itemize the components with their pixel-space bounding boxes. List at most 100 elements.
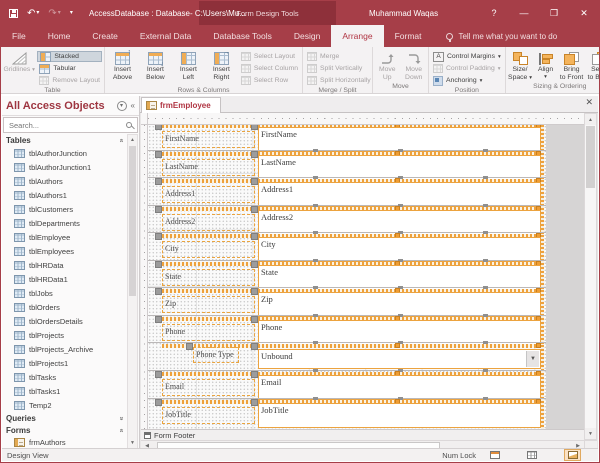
layout-cell-strip[interactable] (162, 125, 255, 128)
control-move-handle[interactable] (251, 233, 258, 240)
ribbon-tab[interactable]: Format (384, 25, 433, 47)
search-icon[interactable] (126, 122, 132, 128)
ribbon-tab[interactable]: Arrange (331, 25, 383, 47)
form-footer-section-bar[interactable]: Form Footer (141, 429, 585, 440)
nav-item-table[interactable]: tblTasks1 (2, 384, 127, 398)
layout-cell-strip[interactable] (162, 400, 255, 404)
field-label[interactable]: Address2 (162, 214, 255, 231)
field-label[interactable]: City (162, 241, 255, 258)
ribbon-tab[interactable]: Database Tools (202, 25, 282, 47)
undo-icon[interactable]: ↶▾ (27, 8, 39, 19)
form-design-surface[interactable]: FirstName FirstName ▼ LastName (148, 125, 546, 429)
field-textbox[interactable]: JobTitle ▼ (258, 403, 541, 428)
field-label[interactable]: FirstName (162, 131, 255, 148)
maximize-button[interactable]: ❐ (541, 1, 567, 25)
vertical-scrollbar[interactable]: ▲ ▼ (584, 113, 597, 440)
layout-cell-strip[interactable] (162, 152, 255, 156)
horizontal-ruler[interactable] (148, 113, 584, 125)
send-to-back-button[interactable]: Sendto Back (586, 49, 600, 81)
field-label[interactable]: Address1 (162, 186, 255, 203)
field-label[interactable]: State (162, 269, 255, 286)
nav-item-table[interactable]: tblEmployees (2, 244, 127, 258)
select-column-button[interactable]: Select Column (239, 63, 300, 74)
design-view-button[interactable] (564, 449, 581, 461)
label-move-handle[interactable] (155, 178, 162, 185)
minimize-button[interactable]: — (511, 1, 537, 25)
select-row-button[interactable]: Select Row (239, 75, 300, 86)
control-margins-button[interactable]: A Control Margins▾ (431, 51, 503, 62)
nav-item-table[interactable]: tblEmployee (2, 230, 127, 244)
field-label[interactable]: JobTitle (162, 407, 255, 424)
ribbon-tab[interactable]: Create (81, 25, 129, 47)
nav-item-table[interactable]: tblDepartments (2, 216, 127, 230)
field-label[interactable]: Email (162, 379, 255, 396)
gridlines-button[interactable]: Gridlines ▾ (3, 49, 35, 75)
scroll-down-icon[interactable]: ▼ (585, 428, 596, 439)
scrollbar-thumb[interactable] (586, 126, 595, 188)
scroll-up-icon[interactable]: ▲ (585, 114, 596, 125)
nav-item-table[interactable]: tblProjects1 (2, 356, 127, 370)
ribbon-tab[interactable]: Design (283, 25, 331, 47)
scroll-up-icon[interactable]: ▲ (128, 135, 137, 145)
close-object-icon[interactable]: ✕ (585, 97, 593, 108)
label-move-handle[interactable] (155, 151, 162, 158)
form-view-button[interactable] (486, 449, 503, 461)
merge-button[interactable]: Merge (305, 51, 373, 62)
customize-qat-icon[interactable]: ▾ (70, 10, 73, 16)
nav-item-table[interactable]: tblAuthors (2, 174, 127, 188)
nav-scrollbar-thumb[interactable] (129, 146, 136, 296)
nav-group-queries[interactable]: Queries» (2, 412, 127, 424)
select-layout-button[interactable]: Select Layout (239, 51, 300, 62)
nav-item-table[interactable]: tblAuthors1 (2, 188, 127, 202)
nav-item-table[interactable]: tblAuthorJunction (2, 146, 127, 160)
nav-item-table[interactable]: tblProjects (2, 328, 127, 342)
search-box[interactable] (3, 117, 138, 133)
label-move-handle[interactable] (155, 371, 162, 378)
align-button[interactable]: Align ▾ (534, 49, 557, 81)
nav-group-tables[interactable]: Tables« (2, 134, 127, 146)
tell-me-box[interactable]: Tell me what you want to do (432, 25, 557, 47)
control-move-handle[interactable] (251, 206, 258, 213)
nav-menu-icon[interactable]: ▾ (117, 101, 127, 111)
nav-item-table[interactable]: tblOrdersDetails (2, 314, 127, 328)
control-move-handle[interactable] (251, 178, 258, 185)
field-textbox[interactable]: Unbound ▼ (258, 349, 541, 369)
label-move-handle[interactable] (155, 125, 162, 130)
ribbon-tab[interactable]: External Data (129, 25, 203, 47)
ribbon-tab[interactable]: File (1, 25, 37, 47)
collapse-group-icon[interactable]: « (118, 428, 125, 432)
insert-above-button[interactable]: ↑ InsertAbove (107, 49, 138, 81)
save-icon[interactable] (9, 9, 18, 18)
object-tab-frmEmployee[interactable]: frmEmployee (141, 97, 221, 113)
control-move-handle[interactable] (251, 125, 258, 130)
close-button[interactable]: ✕ (571, 1, 597, 25)
collapse-group-icon[interactable]: « (118, 138, 125, 142)
combo-dropdown-icon[interactable]: ▼ (526, 351, 539, 367)
nav-item-table[interactable]: Temp2 (2, 398, 127, 412)
layout-cell-strip[interactable] (162, 179, 255, 183)
control-move-handle[interactable] (251, 343, 258, 350)
control-padding-button[interactable]: Control Padding▾ (431, 63, 503, 74)
nav-item-table[interactable]: tblTasks (2, 370, 127, 384)
nav-item-table[interactable]: tblOrders (2, 300, 127, 314)
ribbon-tab[interactable]: Home (37, 25, 82, 47)
layout-cell-strip[interactable] (162, 207, 255, 211)
vertical-ruler[interactable] (141, 125, 148, 429)
field-label[interactable]: Zip (162, 296, 255, 313)
control-move-handle[interactable] (251, 371, 258, 378)
nav-item-table[interactable]: tblProjects_Archive (2, 342, 127, 356)
label-move-handle[interactable] (155, 399, 162, 406)
field-label[interactable]: LastName (162, 159, 255, 176)
move-down-button[interactable]: MoveDown (402, 49, 427, 81)
control-move-handle[interactable] (251, 288, 258, 295)
label-move-handle[interactable] (155, 233, 162, 240)
control-move-handle[interactable] (251, 261, 258, 268)
search-input[interactable] (7, 120, 126, 131)
insert-right-button[interactable]: → InsertRight (206, 49, 237, 81)
nav-group-forms[interactable]: Forms« (2, 424, 127, 436)
nav-scrollbar[interactable]: ▲ ▼ (127, 134, 138, 449)
datasheet-view-button[interactable] (523, 449, 540, 461)
tabular-button[interactable]: Tabular (37, 63, 102, 74)
insert-left-button[interactable]: ← InsertLeft (173, 49, 204, 81)
nav-item-table[interactable]: tblJobs (2, 286, 127, 300)
